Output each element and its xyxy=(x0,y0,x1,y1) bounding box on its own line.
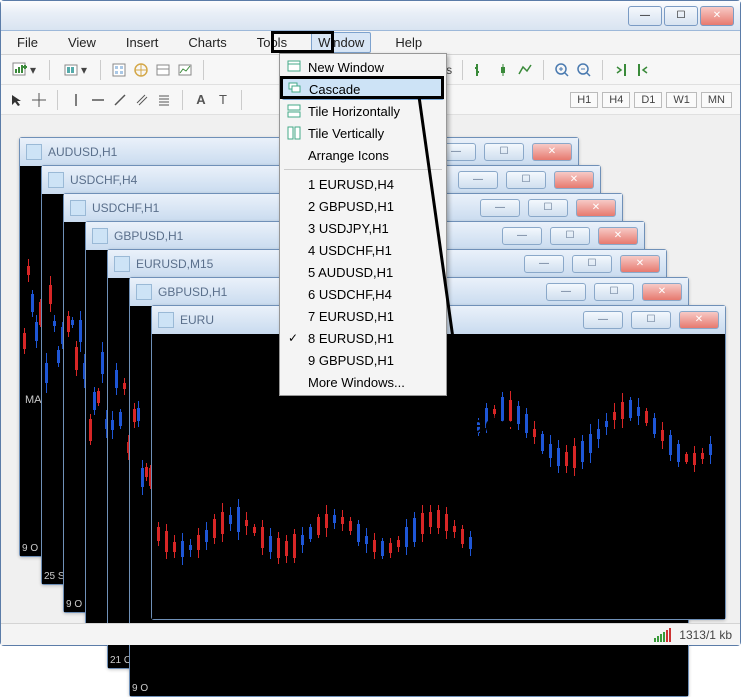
chart-icon xyxy=(48,172,64,188)
menu-window-3[interactable]: 3 USDJPY,H1 xyxy=(282,217,444,239)
tile-v-icon xyxy=(286,125,302,141)
zoom-in-icon[interactable] xyxy=(554,62,570,78)
chart-icon xyxy=(26,144,42,160)
app-titlebar: — ☐ ✕ xyxy=(1,1,740,31)
channel-icon[interactable] xyxy=(134,92,150,108)
chart-close-button[interactable]: ✕ xyxy=(679,311,719,329)
candle-chart-icon[interactable] xyxy=(495,62,511,78)
check-icon: ✓ xyxy=(288,331,298,345)
chart-maximize-button[interactable]: ☐ xyxy=(528,199,568,217)
chart-minimize-button[interactable]: — xyxy=(458,171,498,189)
horizontal-line-icon[interactable] xyxy=(90,92,106,108)
chart-maximize-button[interactable]: ☐ xyxy=(594,283,634,301)
tester-icon[interactable] xyxy=(177,62,193,78)
annotation-text: Cascade Windows xyxy=(411,413,516,466)
menu-more-windows[interactable]: More Windows... xyxy=(282,371,444,393)
folder-icon xyxy=(63,62,79,78)
menu-window-8[interactable]: ✓8 EURUSD,H1 xyxy=(282,327,444,349)
navigator-icon[interactable] xyxy=(133,62,149,78)
maximize-button[interactable]: ☐ xyxy=(664,6,698,26)
chart-icon xyxy=(158,312,174,328)
menu-insert[interactable]: Insert xyxy=(120,33,165,52)
new-window-icon xyxy=(286,59,302,75)
statusbar: 1313/1 kb xyxy=(1,623,740,645)
annotation-line1: Cascade xyxy=(414,412,513,439)
menu-view[interactable]: View xyxy=(62,33,102,52)
chart-minimize-button[interactable]: — xyxy=(546,283,586,301)
menu-window-5[interactable]: 5 AUDUSD,H1 xyxy=(282,261,444,283)
chart-icon xyxy=(92,228,108,244)
chart-close-button[interactable]: ✕ xyxy=(642,283,682,301)
chart-close-button[interactable]: ✕ xyxy=(532,143,572,161)
timeframe-h4[interactable]: H4 xyxy=(602,92,630,108)
menu-item-new-window[interactable]: New Window xyxy=(282,56,444,78)
chart-maximize-button[interactable]: ☐ xyxy=(572,255,612,273)
line-chart-icon[interactable] xyxy=(517,62,533,78)
window-menu-dropdown: New WindowCascadeTile HorizontallyTile V… xyxy=(279,53,447,396)
chart-close-button[interactable]: ✕ xyxy=(554,171,594,189)
plus-chart-icon xyxy=(12,62,28,78)
menu-file[interactable]: File xyxy=(11,33,44,52)
bar-chart-icon[interactable] xyxy=(473,62,489,78)
close-button[interactable]: ✕ xyxy=(700,6,734,26)
menu-window[interactable]: Window xyxy=(311,32,371,53)
chart-minimize-button[interactable]: — xyxy=(524,255,564,273)
menu-window-9[interactable]: 9 GBPUSD,H1 xyxy=(282,349,444,371)
market-watch-icon[interactable] xyxy=(111,62,127,78)
menubar: File View Insert Charts Tools Window Help xyxy=(1,31,740,55)
chart-maximize-button[interactable]: ☐ xyxy=(484,143,524,161)
menu-window-1[interactable]: 1 EURUSD,H4 xyxy=(282,173,444,195)
text-icon[interactable]: A xyxy=(193,92,209,108)
menu-tools[interactable]: Tools xyxy=(251,33,293,52)
zoom-out-icon[interactable] xyxy=(576,62,592,78)
cursor-icon[interactable] xyxy=(9,92,25,108)
menu-window-6[interactable]: 6 USDCHF,H4 xyxy=(282,283,444,305)
chart-maximize-button[interactable]: ☐ xyxy=(550,227,590,245)
chart-maximize-button[interactable]: ☐ xyxy=(631,311,671,329)
chart-close-button[interactable]: ✕ xyxy=(576,199,616,217)
chart-close-button[interactable]: ✕ xyxy=(598,227,638,245)
menu-window-4[interactable]: 4 USDCHF,H1 xyxy=(282,239,444,261)
chart-icon xyxy=(70,200,86,216)
status-text: 1313/1 kb xyxy=(679,628,732,642)
menu-item-tile-vertically[interactable]: Tile Vertically xyxy=(282,122,444,144)
fibonacci-icon[interactable] xyxy=(156,92,172,108)
cascade-icon xyxy=(287,81,303,97)
menu-help[interactable]: Help xyxy=(389,33,428,52)
chart-icon xyxy=(136,284,152,300)
connection-bars-icon xyxy=(654,628,671,642)
menu-charts[interactable]: Charts xyxy=(182,33,232,52)
vertical-line-icon[interactable] xyxy=(68,92,84,108)
autoscroll-icon[interactable] xyxy=(613,62,629,78)
trendline-icon[interactable] xyxy=(112,92,128,108)
tile-h-icon xyxy=(286,103,302,119)
menu-item-arrange-icons[interactable]: Arrange Icons xyxy=(282,144,444,166)
timeframe-mn[interactable]: MN xyxy=(701,92,732,108)
timeframe-h1[interactable]: H1 xyxy=(570,92,598,108)
new-chart-button[interactable]: ▾ xyxy=(9,60,39,80)
terminal-icon[interactable] xyxy=(155,62,171,78)
profiles-button[interactable]: ▾ xyxy=(60,60,90,80)
annotation-line2: Windows xyxy=(411,438,516,465)
chart-icon xyxy=(114,256,130,272)
shift-icon[interactable] xyxy=(635,62,651,78)
timeframe-w1[interactable]: W1 xyxy=(666,92,697,108)
crosshair-icon[interactable] xyxy=(31,92,47,108)
timeframe-d1[interactable]: D1 xyxy=(634,92,662,108)
menu-window-2[interactable]: 2 GBPUSD,H1 xyxy=(282,195,444,217)
menu-window-7[interactable]: 7 EURUSD,H1 xyxy=(282,305,444,327)
chart-minimize-button[interactable]: — xyxy=(583,311,623,329)
chart-close-button[interactable]: ✕ xyxy=(620,255,660,273)
text-label-icon[interactable]: T xyxy=(215,92,231,108)
chart-minimize-button[interactable]: — xyxy=(502,227,542,245)
chart-maximize-button[interactable]: ☐ xyxy=(506,171,546,189)
minimize-button[interactable]: — xyxy=(628,6,662,26)
chart-minimize-button[interactable]: — xyxy=(480,199,520,217)
